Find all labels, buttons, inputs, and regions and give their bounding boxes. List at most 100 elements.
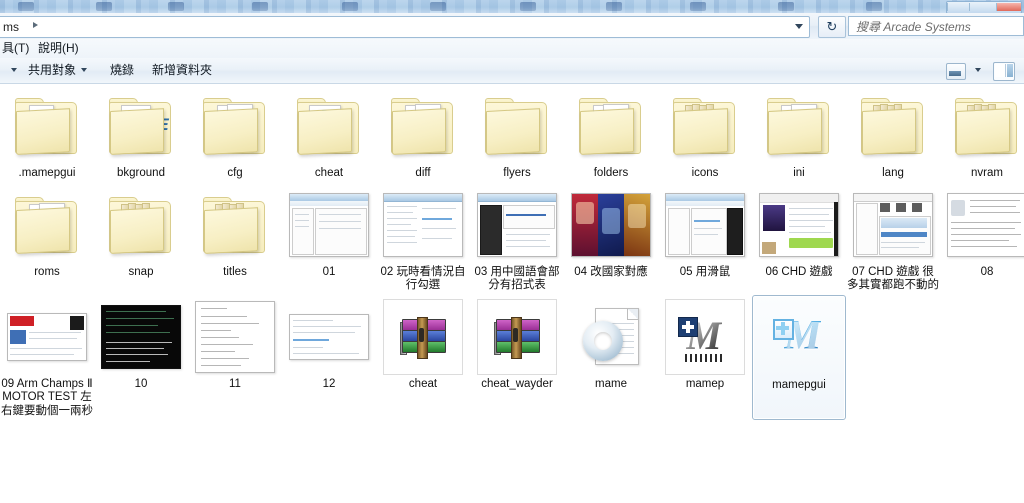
file-item-12[interactable]: 12: [282, 295, 376, 421]
file-item-10[interactable]: 10: [94, 295, 188, 421]
image-thumbnail: [289, 187, 369, 263]
breadcrumb[interactable]: ms: [0, 16, 810, 38]
mamepgui-app-icon: M: [759, 300, 839, 376]
organize-chevron-down-icon[interactable]: [11, 68, 17, 72]
file-label: 08: [980, 265, 994, 278]
file-label: 12: [322, 377, 336, 390]
breadcrumb-segment[interactable]: ms: [3, 19, 19, 35]
file-item-nvram[interactable]: nvram: [940, 84, 1024, 183]
file-item-mamepgui-folder[interactable]: .mamepgui: [0, 84, 94, 183]
file-label: 02 玩時看情況自行勾選: [380, 265, 466, 292]
folder-icon: [7, 88, 87, 164]
preview-pane-icon[interactable]: [993, 62, 1015, 81]
chevron-down-icon: [81, 68, 88, 72]
grid-row: roms snap titles 01 02 玩時看情況自行勾選 03 用中國語…: [0, 183, 1024, 295]
file-label: snap: [128, 265, 154, 278]
file-label: 07 CHD 遊戲 很多其實都跑不動的: [847, 265, 939, 292]
menu-item-tools[interactable]: 具(T): [0, 41, 33, 56]
file-label: diff: [415, 167, 431, 179]
file-label: 06 CHD 遊戲: [765, 265, 833, 278]
file-label: 10: [134, 377, 148, 390]
grid-row: .mamepgui MME bkground cfg: [0, 84, 1024, 183]
file-item-04[interactable]: 04 改國家對應: [564, 183, 658, 295]
image-thumbnail: [759, 187, 839, 263]
file-item-flyers[interactable]: flyers: [470, 84, 564, 183]
file-label: cheat_wayder: [481, 377, 553, 390]
file-item-05[interactable]: 05 用滑鼠: [658, 183, 752, 295]
search-input[interactable]: 搜尋 Arcade Systems: [848, 16, 1024, 36]
config-file-icon: [571, 299, 651, 375]
folder-icon: [853, 88, 933, 164]
file-item-02[interactable]: 02 玩時看情況自行勾選: [376, 183, 470, 295]
file-label: 11: [229, 377, 241, 390]
folder-icon: [383, 88, 463, 164]
view-layout-icon[interactable]: [946, 63, 966, 80]
file-item-lang[interactable]: lang: [846, 84, 940, 183]
grid-row: 09 Arm Champs Ⅱ MOTOR TEST 左右鍵要動個一兩秒 10 …: [0, 294, 1024, 421]
chevron-down-icon[interactable]: [795, 24, 803, 29]
file-item-03[interactable]: 03 用中國語會部分有招式表: [470, 183, 564, 295]
folder-icon: [7, 187, 87, 263]
menu-item-help[interactable]: 說明(H): [34, 41, 83, 56]
file-item-11[interactable]: 11: [188, 295, 282, 421]
view-chevron-down-icon[interactable]: [975, 68, 981, 72]
file-label: folders: [593, 167, 629, 179]
file-item-icons[interactable]: icons: [658, 84, 752, 183]
file-item-01[interactable]: 01: [282, 183, 376, 295]
command-toolbar: 共用對象 燒錄 新增資料夾: [0, 58, 1024, 84]
gear-icon: [580, 317, 626, 364]
file-item-mamep[interactable]: M mamep: [658, 295, 752, 421]
image-thumbnail: [289, 299, 369, 375]
image-thumbnail: [195, 299, 275, 375]
folder-icon: [477, 88, 557, 164]
image-thumbnail: [7, 299, 87, 375]
file-label: 04 改國家對應: [574, 265, 648, 278]
file-item-cheat-folder[interactable]: cheat: [282, 84, 376, 183]
menu-bar: 具(T) 說明(H): [0, 39, 1024, 59]
file-label: .mamepgui: [18, 167, 76, 179]
file-item-cheat-wayder[interactable]: cheat_wayder: [470, 295, 564, 421]
file-label: 01: [322, 265, 336, 278]
file-list-area[interactable]: .mamepgui MME bkground cfg: [0, 84, 1024, 503]
file-item-titles[interactable]: titles: [188, 183, 282, 295]
file-item-07[interactable]: 07 CHD 遊戲 很多其實都跑不動的: [846, 183, 940, 295]
file-item-cfg[interactable]: cfg: [188, 84, 282, 183]
toolbar-burn[interactable]: 燒錄: [110, 62, 134, 79]
icon-grid: .mamepgui MME bkground cfg: [0, 84, 1024, 420]
file-label: ini: [793, 167, 805, 179]
folder-icon: [571, 88, 651, 164]
image-thumbnail: [571, 187, 651, 263]
file-item-09[interactable]: 09 Arm Champs Ⅱ MOTOR TEST 左右鍵要動個一兩秒: [0, 295, 94, 421]
folder-icon: [289, 88, 369, 164]
toolbar-share-with[interactable]: 共用對象: [28, 62, 88, 79]
file-item-diff[interactable]: diff: [376, 84, 470, 183]
file-item-roms[interactable]: roms: [0, 183, 94, 295]
file-item-mamepgui[interactable]: M mamepgui: [752, 294, 846, 420]
file-item-06[interactable]: 06 CHD 遊戲: [752, 183, 846, 295]
file-label: cheat: [314, 167, 344, 179]
file-label: titles: [223, 265, 247, 278]
file-item-cheat-archive[interactable]: cheat: [376, 295, 470, 421]
folder-icon: [759, 88, 839, 164]
winrar-archive-icon: [383, 298, 463, 375]
folder-icon: [195, 187, 275, 263]
toolbar-new-folder[interactable]: 新增資料夾: [152, 62, 212, 79]
file-item-mame-config[interactable]: mame: [564, 295, 658, 421]
folder-icon: [665, 88, 745, 164]
window-controls[interactable]: [946, 1, 1022, 13]
mamep-app-icon: M: [665, 298, 745, 375]
folder-icon: [947, 88, 1024, 164]
file-label: nvram: [971, 167, 1003, 179]
desktop-background-strip: [0, 0, 1024, 13]
file-item-ini[interactable]: ini: [752, 84, 846, 183]
file-item-folders[interactable]: folders: [564, 84, 658, 183]
file-label: 09 Arm Champs Ⅱ MOTOR TEST 左右鍵要動個一兩秒: [1, 377, 93, 417]
file-item-bkground[interactable]: MME bkground: [94, 84, 188, 183]
file-label: mamep: [685, 377, 725, 390]
image-thumbnail: [101, 299, 181, 375]
file-item-snap[interactable]: snap: [94, 183, 188, 295]
file-label: cheat: [408, 377, 438, 390]
refresh-button[interactable]: ↻: [818, 16, 846, 38]
file-item-08[interactable]: 08: [940, 183, 1024, 295]
image-thumbnail: [947, 187, 1024, 263]
